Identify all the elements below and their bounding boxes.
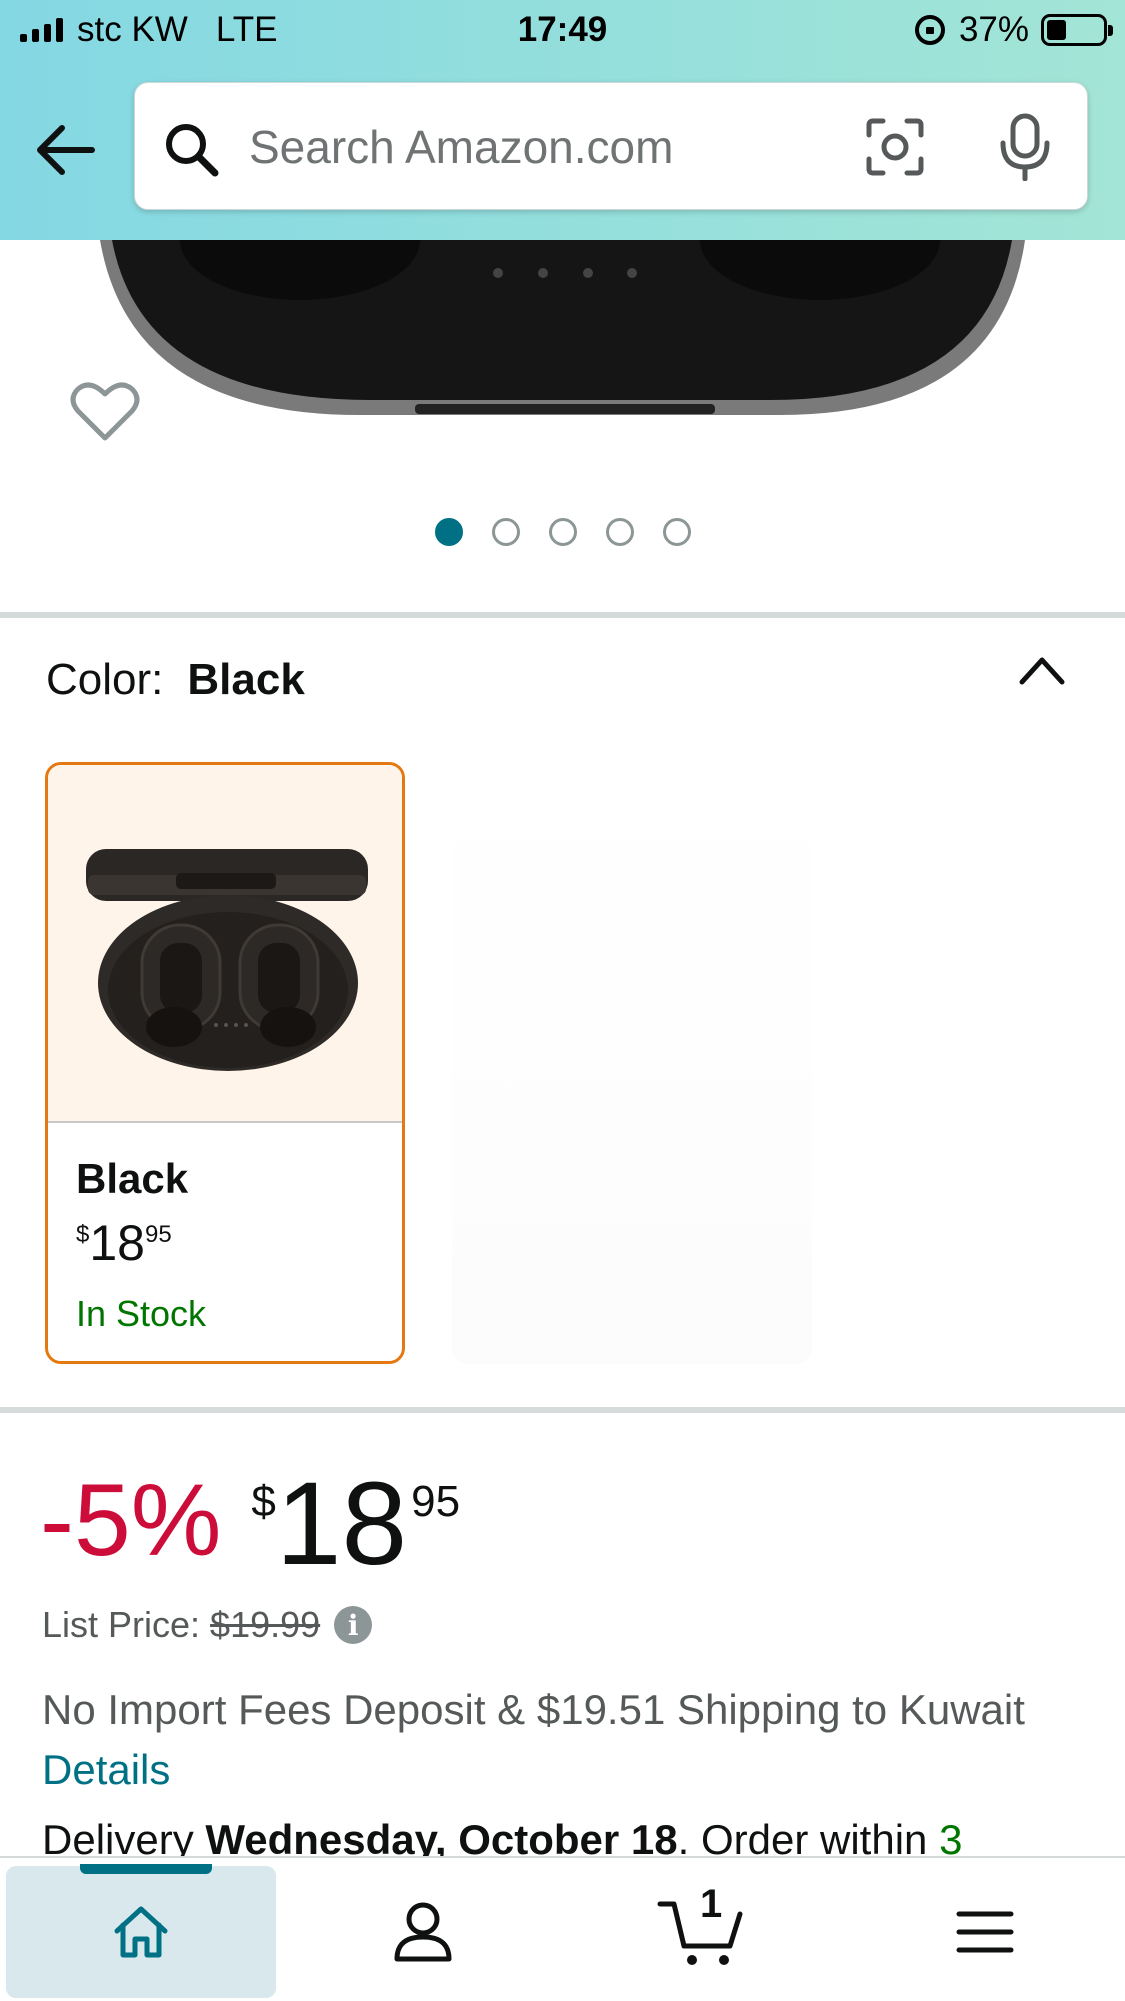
camera-scan-icon[interactable] [865, 117, 925, 177]
image-carousel-dots [0, 518, 1125, 546]
price-block: -5% $ 18 95 [40, 1465, 460, 1583]
shipping-details-link[interactable]: Details [42, 1746, 170, 1793]
status-bar: stc KW LTE 17:49 37% [0, 0, 1125, 62]
heart-icon[interactable] [70, 380, 140, 444]
color-swatch-black[interactable]: Black $ 18 95 In Stock [45, 762, 405, 1364]
hamburger-menu-icon [956, 1911, 1014, 1953]
carousel-dot-2[interactable] [491, 518, 520, 546]
earbuds-case-image [86, 849, 368, 1071]
search-input[interactable] [249, 113, 809, 181]
swatch-availability: In Stock [76, 1293, 207, 1334]
nav-menu[interactable] [850, 1866, 1120, 1998]
color-label: Color: [46, 655, 164, 704]
battery-icon [1041, 14, 1113, 46]
microphone-icon[interactable] [997, 113, 1053, 181]
chevron-up-icon[interactable] [1018, 652, 1066, 688]
color-swatch-alternate[interactable] [452, 762, 812, 1364]
user-icon [394, 1902, 452, 1962]
swatch-price-fraction: 95 [144, 1221, 172, 1248]
carousel-dot-4[interactable] [605, 518, 634, 546]
current-price: $ 18 95 [251, 1465, 460, 1583]
nav-account[interactable] [288, 1866, 558, 1998]
carousel-dot-3[interactable] [548, 518, 577, 546]
cart-count-badge: 1 [700, 1882, 723, 1926]
section-divider [0, 1407, 1125, 1413]
swatch-price: $ 18 95 [76, 1215, 172, 1271]
search-icon [166, 124, 219, 177]
shipping-info: No Import Fees Deposit & $19.51 Shipping… [42, 1680, 1082, 1800]
discount-percent: -5% [40, 1463, 222, 1577]
price-currency: $ [251, 1477, 276, 1526]
color-value: Black [187, 655, 305, 704]
section-divider [0, 612, 1125, 618]
home-icon [114, 1906, 168, 1958]
top-header: stc KW LTE 17:49 37% [0, 0, 1125, 240]
price-whole: 18 [275, 1458, 408, 1590]
back-arrow-icon[interactable] [32, 120, 96, 180]
product-image[interactable] [0, 240, 1125, 440]
color-selector-header: Color: Black [46, 655, 305, 705]
swatch-name: Black [76, 1155, 189, 1202]
price-fraction: 95 [411, 1477, 461, 1526]
bottom-navigation: 1 [0, 1856, 1125, 2001]
nav-home[interactable] [6, 1864, 276, 1998]
list-price-row: List Price: $19.99 i [42, 1604, 373, 1646]
info-icon[interactable]: i [334, 1606, 373, 1644]
list-price-label: List Price: [42, 1604, 201, 1645]
carousel-dot-5[interactable] [662, 518, 691, 546]
carousel-dot-1[interactable] [434, 518, 463, 546]
swatch-price-currency: $ [76, 1221, 90, 1248]
nav-active-indicator [80, 1864, 212, 1874]
status-right: 37% [914, 10, 1113, 50]
battery-percent: 37% [958, 10, 1029, 49]
swatch-image [48, 765, 402, 1123]
list-price-value: $19.99 [210, 1604, 321, 1645]
swatch-price-whole: 18 [89, 1215, 145, 1271]
shipping-text: No Import Fees Deposit & $19.51 Shipping… [42, 1686, 1025, 1733]
search-bar[interactable] [134, 82, 1088, 210]
rotation-lock-icon [914, 15, 945, 45]
